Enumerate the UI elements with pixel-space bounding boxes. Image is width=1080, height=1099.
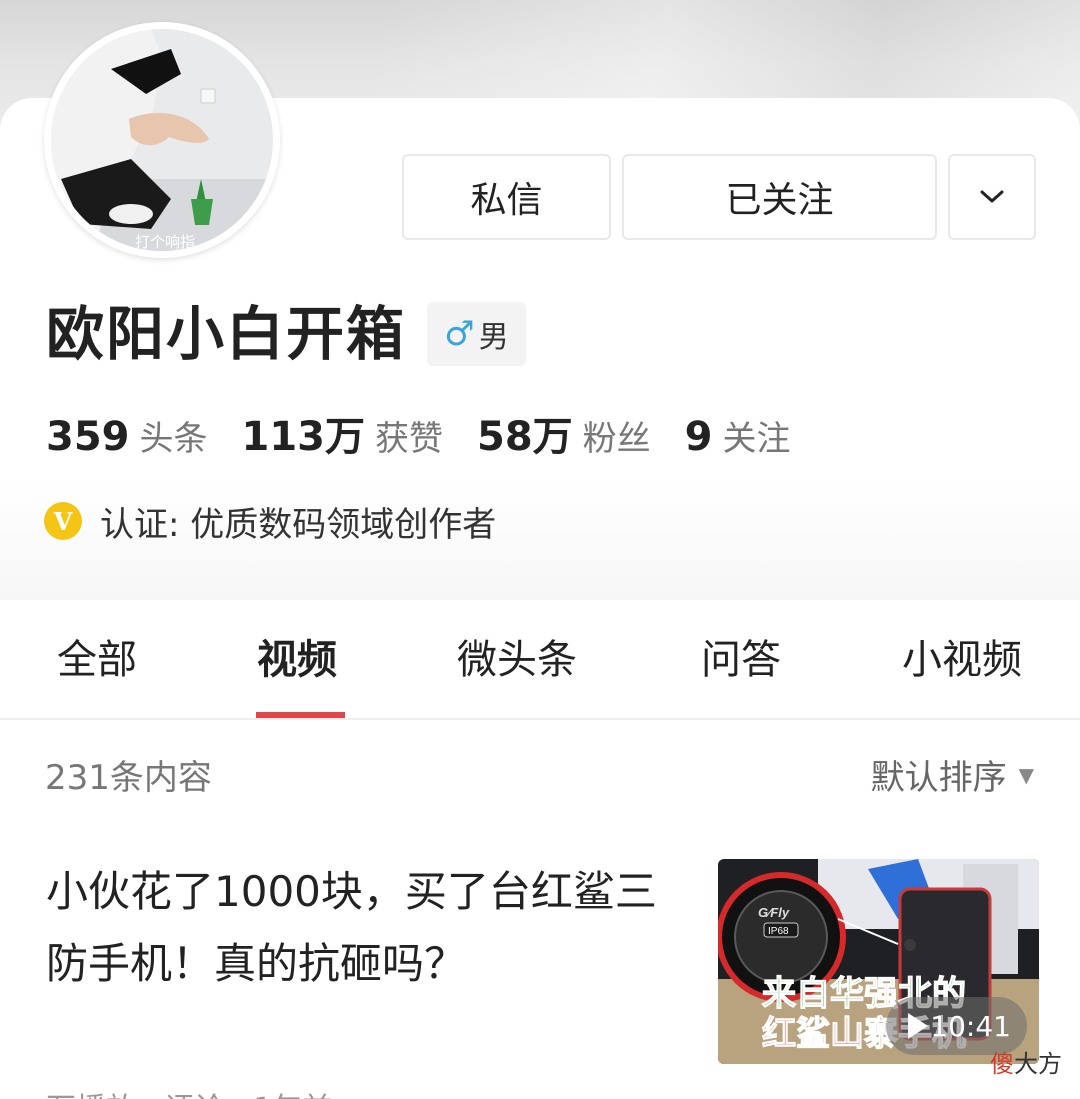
message-button-label: 私信 bbox=[470, 180, 543, 221]
watermark: 傻 大方 bbox=[990, 1044, 1062, 1079]
stat-label: 获赞 bbox=[375, 419, 443, 459]
profile-page: 打个响指 私信 已关注 欧阳小白开箱 ♂ 男 359 头条 113万 获赞 58… bbox=[0, 0, 1080, 1099]
caret-down-icon: ▼ bbox=[1018, 762, 1034, 787]
stat-likes[interactable]: 113万 获赞 bbox=[242, 404, 444, 462]
stat-posts[interactable]: 359 头条 bbox=[46, 411, 208, 460]
stat-value: 9 bbox=[684, 414, 713, 460]
sort-label: 默认排序 bbox=[870, 758, 1007, 798]
stat-followers[interactable]: 58万 粉丝 bbox=[477, 404, 651, 462]
stat-label: 头条 bbox=[139, 419, 208, 459]
thumb-brand-text: G∕Fly bbox=[758, 905, 790, 920]
article-meta: 万播放 · 评论 · 1年前 bbox=[46, 1084, 332, 1099]
tab-all[interactable]: 全部 bbox=[57, 630, 137, 690]
stat-value: 58万 bbox=[477, 414, 573, 460]
tab-micro-posts[interactable]: 微头条 bbox=[457, 630, 577, 690]
verification-row: V 认证: 优质数码领域创作者 bbox=[44, 497, 496, 545]
avatar-caption: 打个响指 bbox=[135, 234, 195, 251]
gender-badge: ♂ 男 bbox=[427, 302, 526, 366]
list-header: 231条内容 默认排序 ▼ bbox=[0, 720, 1080, 830]
stat-value: 113万 bbox=[241, 414, 366, 460]
stat-label: 关注 bbox=[722, 419, 791, 459]
tab-qa[interactable]: 问答 bbox=[701, 630, 781, 690]
tab-short-video[interactable]: 小视频 bbox=[902, 630, 1022, 690]
chevron-down-icon bbox=[980, 190, 1004, 203]
article-title[interactable]: 小伙花了1000块，买了台红鲨三防手机！真的抗砸吗？ bbox=[46, 856, 686, 1000]
profile-name: 欧阳小白开箱 bbox=[46, 300, 407, 368]
avatar[interactable]: 打个响指 bbox=[44, 22, 280, 258]
verification-text: 认证: 优质数码领域创作者 bbox=[100, 504, 497, 545]
avatar-image: 打个响指 bbox=[51, 29, 273, 251]
tab-video[interactable]: 视频 bbox=[257, 630, 337, 690]
content-tabs: 全部 视频 微头条 问答 小视频 bbox=[0, 600, 1080, 720]
stat-value: 359 bbox=[46, 414, 130, 460]
verified-icon: V bbox=[44, 502, 82, 540]
watermark-rest: 大方 bbox=[1014, 1050, 1062, 1078]
profile-stats: 359 头条 113万 获赞 58万 粉丝 9 关注 bbox=[46, 404, 825, 464]
gender-label: 男 bbox=[478, 320, 509, 355]
sort-dropdown[interactable]: 默认排序 ▼ bbox=[871, 750, 1034, 799]
content-count: 231条内容 bbox=[45, 758, 212, 798]
active-tab-indicator bbox=[256, 712, 345, 718]
duration-text: 10:41 bbox=[930, 1009, 1011, 1043]
stat-label: 粉丝 bbox=[582, 419, 651, 459]
follow-button[interactable]: 已关注 bbox=[622, 154, 937, 240]
thumb-rating-text: IP68 bbox=[768, 926, 789, 937]
follow-button-label: 已关注 bbox=[725, 180, 834, 221]
stat-following[interactable]: 9 关注 bbox=[685, 411, 791, 460]
more-button[interactable] bbox=[948, 154, 1036, 240]
male-icon: ♂ bbox=[444, 314, 475, 354]
play-icon bbox=[908, 1013, 928, 1039]
watermark-first: 傻 bbox=[990, 1050, 1014, 1078]
message-button[interactable]: 私信 bbox=[402, 154, 611, 240]
